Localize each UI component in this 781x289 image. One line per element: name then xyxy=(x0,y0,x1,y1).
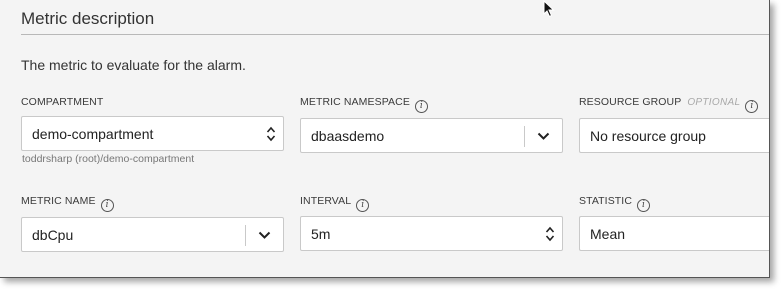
metric-name-label: METRIC NAME i xyxy=(21,195,114,212)
metric-description-panel: Metric description The metric to evaluat… xyxy=(0,0,770,278)
interval-label-text: INTERVAL xyxy=(300,195,352,207)
metric-namespace-dropdown[interactable]: dbaasdemo xyxy=(300,118,563,153)
up-down-stepper-icon xyxy=(545,226,555,242)
compartment-select[interactable]: demo-compartment xyxy=(21,116,284,151)
dropdown-separator xyxy=(245,225,246,246)
info-icon[interactable]: i xyxy=(637,199,651,212)
statistic-label: STATISTIC i xyxy=(579,195,651,212)
info-icon[interactable]: i xyxy=(745,100,759,113)
compartment-label: COMPARTMENT xyxy=(21,96,103,108)
resource-group-label-text: RESOURCE GROUP xyxy=(579,96,682,108)
mouse-pointer-icon xyxy=(543,0,555,18)
chevron-down-icon[interactable] xyxy=(258,230,271,240)
compartment-path-hint: toddrsharp (root)/demo-compartment xyxy=(22,153,195,165)
metric-namespace-value: dbaasdemo xyxy=(311,128,385,144)
statistic-label-text: STATISTIC xyxy=(579,195,633,207)
statistic-value: Mean xyxy=(590,226,626,242)
metric-name-label-text: METRIC NAME xyxy=(21,195,96,207)
statistic-select[interactable]: Mean xyxy=(579,216,769,251)
section-description: The metric to evaluate for the alarm. xyxy=(21,57,246,73)
compartment-label-text: COMPARTMENT xyxy=(21,96,104,108)
info-icon[interactable]: i xyxy=(414,100,428,113)
up-down-stepper-icon xyxy=(266,126,276,142)
metric-namespace-label-text: METRIC NAMESPACE xyxy=(300,96,410,108)
metric-name-dropdown[interactable]: dbCpu xyxy=(21,217,284,252)
info-icon[interactable]: i xyxy=(356,199,370,212)
metric-name-value: dbCpu xyxy=(32,227,74,243)
info-icon[interactable]: i xyxy=(100,199,114,212)
metric-namespace-label: METRIC NAMESPACE i xyxy=(300,96,428,113)
dropdown-separator xyxy=(524,126,525,147)
interval-value: 5m xyxy=(311,226,331,242)
interval-select[interactable]: 5m xyxy=(300,216,563,251)
chevron-down-icon[interactable] xyxy=(537,131,550,141)
optional-tag: OPTIONAL xyxy=(687,97,741,108)
resource-group-input[interactable]: No resource group xyxy=(579,118,769,153)
section-title: Metric description xyxy=(21,9,155,28)
resource-group-label: RESOURCE GROUP OPTIONAL i xyxy=(579,96,759,113)
compartment-value: demo-compartment xyxy=(32,126,154,142)
title-divider xyxy=(21,34,769,35)
interval-label: INTERVAL i xyxy=(300,195,370,212)
resource-group-placeholder: No resource group xyxy=(590,128,706,144)
